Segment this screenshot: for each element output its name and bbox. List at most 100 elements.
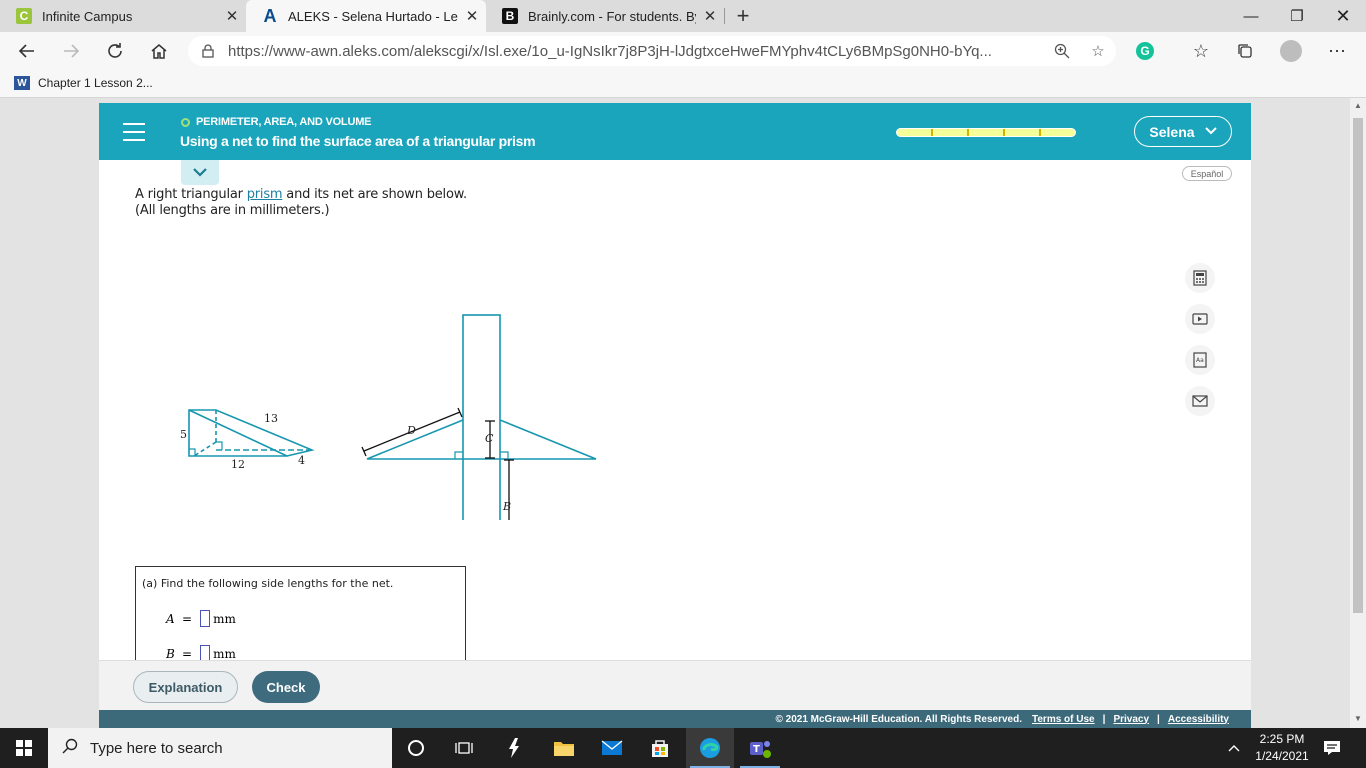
hamburger-menu-icon[interactable] (123, 123, 145, 141)
mail-icon[interactable] (1185, 386, 1215, 416)
dictionary-icon[interactable]: Aa (1185, 345, 1215, 375)
grammarly-icon[interactable]: G (1130, 36, 1160, 66)
page-title: Using a net to find the surface area of … (180, 133, 536, 149)
progress-tick (1039, 129, 1041, 136)
svg-text:Aa: Aa (1196, 357, 1204, 364)
home-icon[interactable] (144, 36, 174, 66)
mail-app-icon[interactable] (588, 728, 636, 768)
prism-depth-label: 4 (298, 454, 305, 467)
close-tab-icon[interactable]: ✕ (696, 7, 724, 25)
aleks-header: PERIMETER, AREA, AND VOLUME Using a net … (99, 103, 1251, 160)
favorite-chapter-1[interactable]: W Chapter 1 Lesson 2... (14, 76, 153, 90)
close-tab-icon[interactable]: ✕ (218, 7, 246, 25)
favorites-icon[interactable]: ☆ (1186, 36, 1216, 66)
equals-sign: = (182, 646, 193, 661)
teams-icon[interactable]: T (736, 728, 784, 768)
store-icon[interactable] (636, 728, 684, 768)
answer-row-a: A = mm (166, 610, 236, 627)
dimension-end (361, 446, 367, 457)
search-placeholder: Type here to search (90, 739, 223, 757)
problem-text-end: and its net are shown below. (282, 187, 467, 202)
search-icon (62, 738, 78, 759)
notifications-icon[interactable] (1312, 728, 1352, 768)
privacy-link[interactable]: Privacy (1113, 714, 1149, 725)
prism-hidden-edge (193, 441, 217, 457)
calculator-icon[interactable] (1185, 263, 1215, 293)
clock-time: 2:25 PM (1259, 732, 1305, 746)
unit-label: mm (213, 646, 236, 661)
file-explorer-icon[interactable] (540, 728, 588, 768)
close-tab-icon[interactable]: ✕ (458, 7, 486, 25)
prism-height-label: 5 (180, 428, 187, 441)
prism-link[interactable]: prism (247, 187, 283, 202)
browser-toolbar: https://www-awn.aleks.com/alekscgi/x/Isl… (0, 32, 1366, 70)
minimize-icon[interactable]: — (1228, 0, 1274, 32)
espanol-button[interactable]: Español (1182, 166, 1232, 181)
user-menu-button[interactable]: Selena (1134, 116, 1232, 147)
browser-tab-strip: C Infinite Campus ✕ A ALEKS - Selena Hur… (0, 0, 1366, 32)
accessibility-link[interactable]: Accessibility (1168, 714, 1229, 725)
restore-icon[interactable]: ❐ (1274, 0, 1320, 32)
add-favorite-icon[interactable]: ☆ (1080, 42, 1116, 60)
scroll-up-icon[interactable]: ▲ (1350, 101, 1366, 110)
refresh-icon[interactable] (100, 36, 130, 66)
page-scrollbar[interactable]: ▲ ▼ (1350, 98, 1366, 728)
footer-divider: | (1157, 713, 1160, 725)
check-button[interactable]: Check (252, 671, 320, 703)
unit-label: mm (213, 611, 236, 626)
scroll-down-icon[interactable]: ▼ (1350, 714, 1366, 723)
lock-icon[interactable] (188, 44, 228, 58)
prism-net (366, 314, 597, 520)
url-text[interactable]: https://www-awn.aleks.com/alekscgi/x/Isl… (228, 43, 1044, 60)
tool-panel: Aa (1185, 263, 1221, 427)
edge-browser-icon[interactable] (686, 728, 734, 768)
cortana-icon[interactable] (392, 728, 440, 768)
profile-avatar[interactable] (1276, 36, 1306, 66)
explanation-button[interactable]: Explanation (133, 671, 238, 703)
word-icon: W (14, 76, 30, 90)
tab-title: ALEKS - Selena Hurtado - Learn (288, 8, 458, 24)
forward-icon[interactable] (56, 36, 86, 66)
zoom-icon[interactable] (1044, 43, 1080, 59)
collections-icon[interactable] (1230, 36, 1260, 66)
taskbar-search[interactable]: Type here to search (48, 728, 392, 768)
address-bar[interactable]: https://www-awn.aleks.com/alekscgi/x/Isl… (188, 36, 1116, 66)
net-center-strip (462, 314, 501, 520)
more-icon[interactable]: ⋯ (1322, 36, 1352, 66)
variable-label: A (166, 611, 175, 626)
clock-date: 1/24/2021 (1255, 749, 1309, 763)
terms-link[interactable]: Terms of Use (1032, 714, 1095, 725)
net-label-b: B (502, 500, 511, 513)
tab-title: Brainly.com - For students. By st (528, 8, 696, 24)
windows-start-icon[interactable] (0, 728, 48, 768)
lightning-app-icon[interactable] (490, 728, 538, 768)
scrollbar-thumb[interactable] (1353, 118, 1363, 613)
favorite-label: Chapter 1 Lesson 2... (38, 76, 153, 90)
right-angle-mark (189, 448, 196, 456)
back-icon[interactable] (12, 36, 42, 66)
progress-tick (931, 129, 933, 136)
problem-text-start: A right triangular (135, 187, 247, 202)
answer-input-a[interactable] (200, 610, 211, 627)
prism-base-label: 12 (231, 458, 245, 471)
problem-area: Español A right triangular prism and its… (99, 160, 1251, 676)
new-tab-button[interactable]: + (730, 0, 756, 32)
right-angle-mark (216, 441, 223, 450)
question-prompt: (a) Find the following side lengths for … (142, 577, 394, 590)
tab-brainly[interactable]: B Brainly.com - For students. By st ✕ (486, 0, 724, 32)
task-view-icon[interactable] (440, 728, 488, 768)
system-clock[interactable]: 2:25 PM 1/24/2021 (1254, 731, 1310, 765)
units-note: (All lengths are in millimeters.) (135, 203, 330, 218)
tab-infinite-campus[interactable]: C Infinite Campus ✕ (0, 0, 246, 32)
svg-text:T: T (753, 744, 760, 755)
net-label-d: D (406, 424, 416, 437)
close-window-icon[interactable]: ✕ (1320, 0, 1366, 32)
net-label-c: C (485, 432, 494, 445)
topic-label: PERIMETER, AREA, AND VOLUME (196, 116, 372, 128)
tab-aleks[interactable]: A ALEKS - Selena Hurtado - Learn ✕ (246, 0, 486, 32)
video-icon[interactable] (1185, 304, 1215, 334)
net-right-triangle (499, 419, 597, 460)
collapse-header-button[interactable] (181, 160, 219, 185)
prism-outline (188, 409, 315, 457)
show-hidden-icons-icon[interactable] (1214, 728, 1254, 768)
